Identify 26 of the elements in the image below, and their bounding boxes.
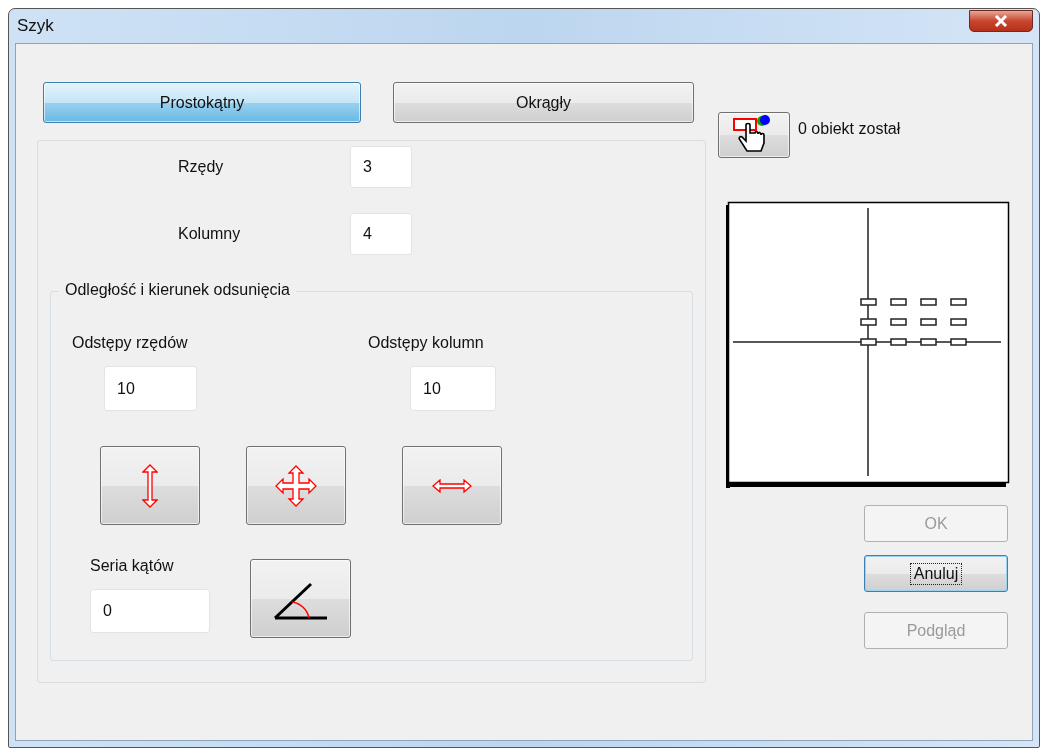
columns-field[interactable]: 4 bbox=[350, 213, 412, 255]
selection-status: 0 obiekt został bbox=[798, 120, 901, 138]
vertical-arrow-icon bbox=[142, 463, 158, 508]
columns-label: Kolumny bbox=[178, 225, 242, 243]
group-title: Odległość i kierunek odsunięcia bbox=[59, 281, 296, 299]
window-title: Szyk bbox=[16, 16, 54, 36]
column-spacing-field[interactable]: 10 bbox=[410, 366, 496, 411]
rows-field[interactable]: 3 bbox=[350, 146, 412, 188]
angle-series-field[interactable]: 0 bbox=[90, 589, 210, 633]
dialog-button[interactable]: Anuluj bbox=[864, 555, 1008, 592]
all-directions-button[interactable] bbox=[246, 446, 346, 525]
close-icon bbox=[994, 15, 1008, 27]
column-spacing-label: Odstępy kolumn bbox=[368, 334, 485, 352]
mode-tab[interactable]: Prostokątny bbox=[43, 82, 361, 123]
row-spacing-label: Odstępy rzędów bbox=[72, 334, 189, 352]
angle-button[interactable] bbox=[250, 559, 351, 638]
rows-label: Rzędy bbox=[178, 158, 225, 176]
row-spacing-field[interactable]: 10 bbox=[104, 366, 197, 411]
four-way-arrow-icon bbox=[275, 464, 317, 507]
vertical-direction-button[interactable] bbox=[100, 446, 200, 525]
close-button[interactable] bbox=[969, 10, 1033, 32]
horizontal-arrow-icon bbox=[432, 478, 472, 493]
mode-tab[interactable]: Okrągły bbox=[393, 82, 694, 123]
select-objects-button[interactable] bbox=[718, 112, 790, 158]
horizontal-direction-button[interactable] bbox=[402, 446, 502, 525]
angle-series-label: Seria kątów bbox=[90, 557, 175, 575]
